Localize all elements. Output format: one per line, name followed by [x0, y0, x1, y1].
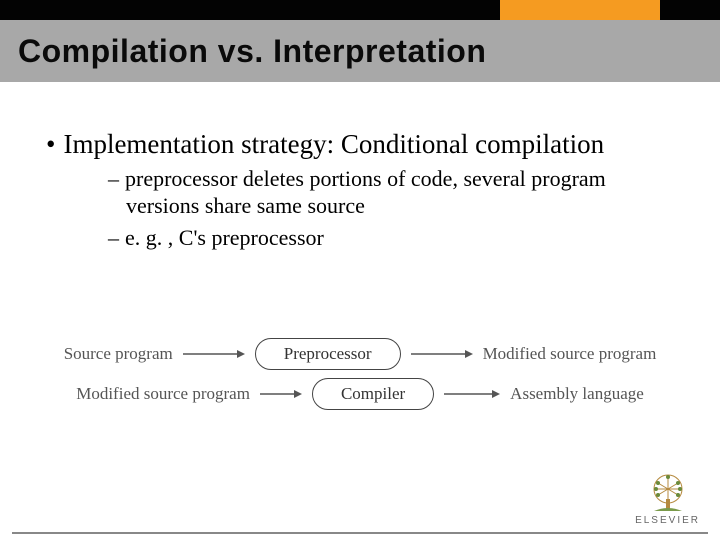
- flow-output-label: Modified source program: [483, 344, 657, 364]
- slide-title: Compilation vs. Interpretation: [18, 33, 486, 70]
- bullet-lead: Implementation strategy:: [63, 129, 340, 159]
- bullet-level-1: •Implementation strategy: Conditional co…: [40, 128, 680, 160]
- slide-content: •Implementation strategy: Conditional co…: [40, 110, 680, 254]
- flow-row-2: Modified source program Compiler Assembl…: [50, 378, 670, 410]
- flow-stage-box: Compiler: [312, 378, 434, 410]
- arrow-right-icon: [444, 388, 500, 400]
- bullet-topic: Conditional compilation: [341, 129, 604, 159]
- arrow-right-icon: [183, 348, 245, 360]
- flow-input-label: Source program: [64, 344, 173, 364]
- bullet-level-2: –preprocessor deletes portions of code, …: [40, 166, 680, 219]
- dash-icon: –: [108, 166, 125, 191]
- bullet-level-2: –e. g. , C's preprocessor: [40, 225, 680, 251]
- sub-bullet-2: e. g. , C's preprocessor: [125, 225, 324, 250]
- arrow-right-icon: [411, 348, 473, 360]
- publisher-name: ELSEVIER: [635, 515, 700, 526]
- dash-icon: –: [108, 225, 125, 250]
- flow-row-1: Source program Preprocessor Modified sou…: [50, 338, 670, 370]
- flow-stage-box: Preprocessor: [255, 338, 401, 370]
- arrow-right-icon: [260, 388, 302, 400]
- pipeline-diagram: Source program Preprocessor Modified sou…: [50, 330, 670, 418]
- footer-divider: [12, 532, 708, 534]
- title-bar: Compilation vs. Interpretation: [0, 20, 720, 82]
- flow-output-label: Assembly language: [510, 384, 644, 404]
- flow-input-label: Modified source program: [76, 384, 250, 404]
- tree-icon: [644, 469, 692, 513]
- publisher-logo: ELSEVIER: [635, 469, 700, 526]
- bullet-icon: •: [46, 129, 63, 159]
- sub-bullet-1: preprocessor deletes portions of code, s…: [125, 166, 606, 217]
